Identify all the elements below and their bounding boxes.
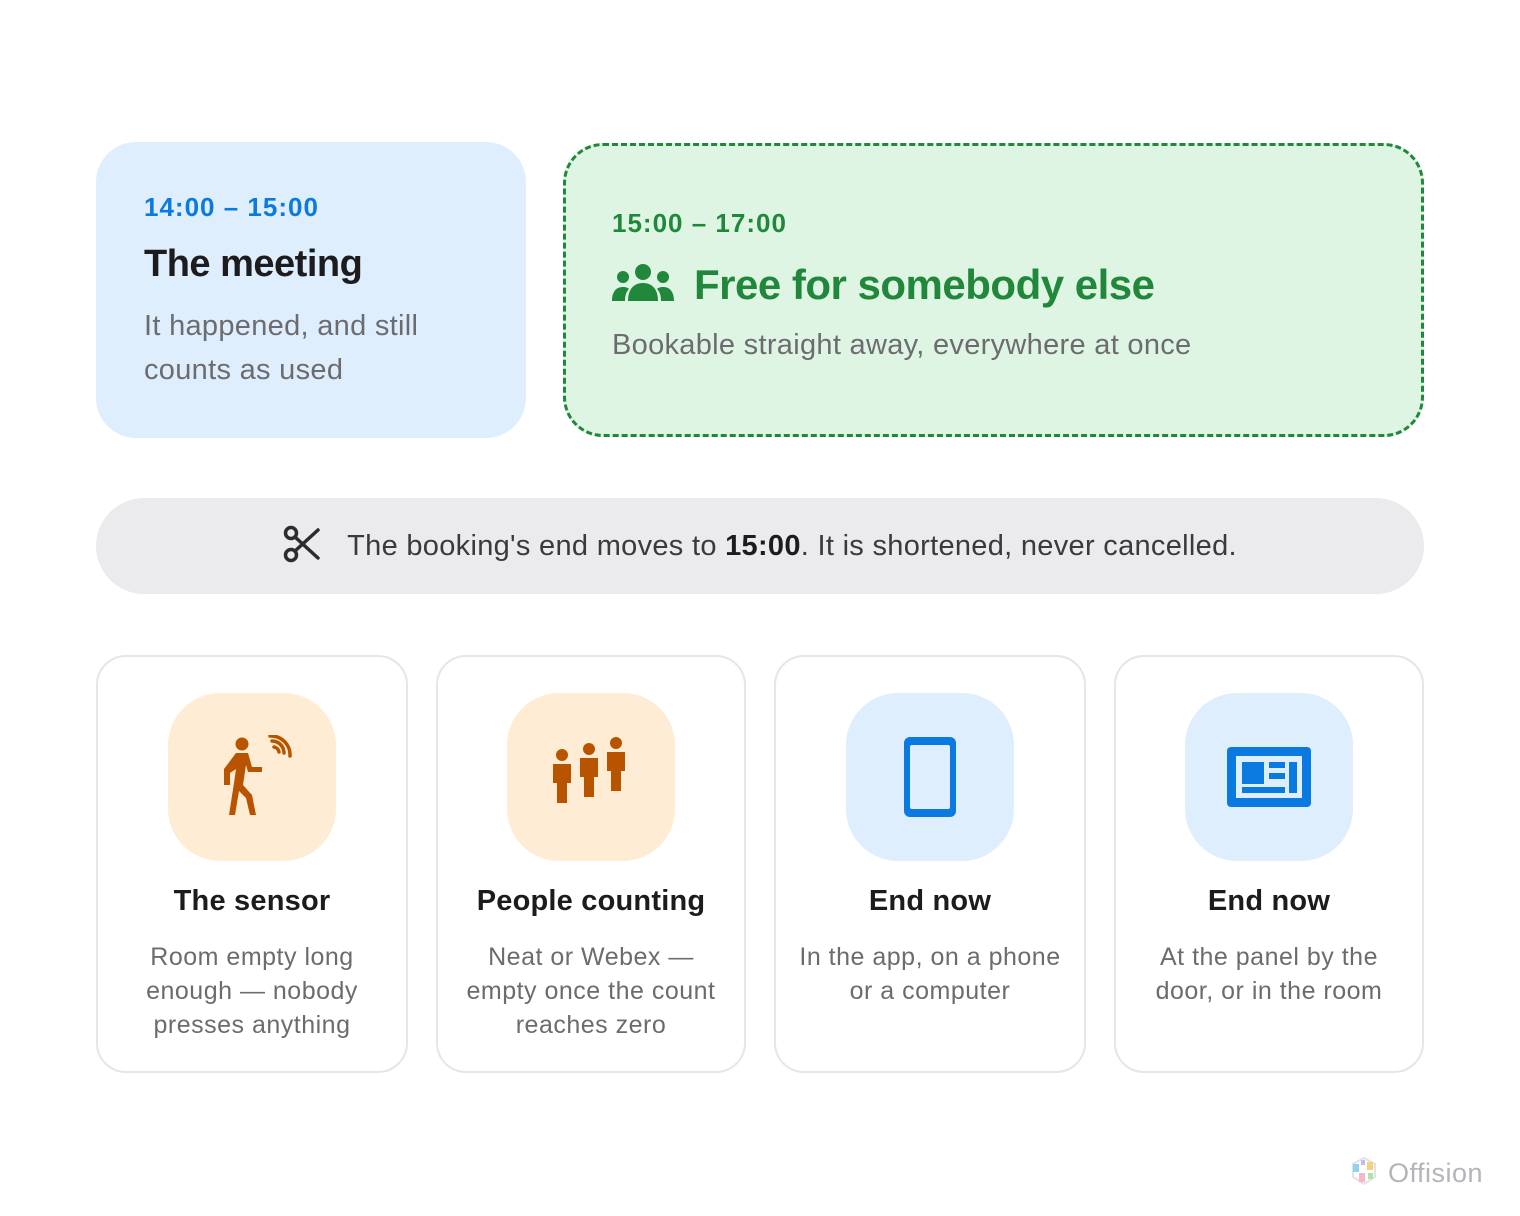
- meeting-time-block: 14:00 – 15:00 The meeting It happened, a…: [96, 142, 526, 438]
- trigger-description-line: door, or in the room: [1155, 977, 1383, 1005]
- trigger-description: In the app, on a phone or a computer: [776, 940, 1084, 1008]
- people-group-icon: [612, 263, 674, 308]
- trigger-description: Neat or Webex — empty once the count rea…: [438, 940, 744, 1042]
- trigger-title: People counting: [476, 885, 706, 917]
- trigger-card-end-now-panel: End now At the panel by the door, or in …: [1114, 655, 1424, 1073]
- trigger-description-line: Neat or Webex —: [488, 943, 694, 971]
- trigger-description-line: reaches zero: [515, 1011, 667, 1039]
- trigger-card-people-counting: People counting Neat or Webex — empty on…: [436, 655, 746, 1073]
- banner-text-after: . It is shortened, never cancelled.: [800, 529, 1237, 562]
- meeting-title: The meeting: [144, 243, 363, 285]
- freed-description: Bookable straight away, everywhere at on…: [612, 329, 1192, 361]
- meeting-description-line-2: counts as used: [144, 354, 344, 386]
- shortening-banner: The booking's end moves to 15:00. It is …: [96, 498, 1424, 594]
- meeting-description: It happened, and still counts as used: [144, 304, 478, 392]
- trigger-title: End now: [1207, 885, 1331, 917]
- freed-title-row: Free for somebody else: [612, 261, 1421, 309]
- banner-text-before: The booking's end moves to: [347, 529, 726, 562]
- freed-time: 15:00 – 17:00: [612, 208, 787, 238]
- trigger-description: At the panel by the door, or in the room: [1116, 940, 1422, 1008]
- offision-logo-icon: [1350, 1156, 1378, 1191]
- phone-icon: [846, 693, 1014, 861]
- meeting-description-line-1: It happened, and still: [144, 310, 419, 342]
- trigger-description-line: Room empty long: [150, 943, 354, 971]
- people-counting-icon: [507, 693, 675, 861]
- person-walking-sensor-icon: [168, 693, 336, 861]
- trigger-description-line: or a computer: [849, 977, 1011, 1005]
- banner-time: 15:00: [725, 529, 801, 562]
- brand-mark: Offision: [1350, 1156, 1483, 1190]
- trigger-description-line: At the panel by the: [1160, 943, 1378, 971]
- trigger-card-end-now-app: End now In the app, on a phone or a comp…: [774, 655, 1086, 1073]
- trigger-description-line: presses anything: [153, 1011, 351, 1039]
- door-panel-icon: [1185, 693, 1353, 861]
- banner-text: The booking's end moves to 15:00. It is …: [347, 530, 1237, 563]
- trigger-description-line: empty once the count: [466, 977, 716, 1005]
- brand-name: Offision: [1388, 1157, 1484, 1188]
- freed-title: Free for somebody else: [694, 261, 1155, 308]
- meeting-time: 14:00 – 15:00: [144, 192, 319, 222]
- trigger-description: Room empty long enough — nobody presses …: [98, 940, 406, 1042]
- trigger-title: End now: [868, 885, 992, 917]
- freed-time-block: 15:00 – 17:00 Free for somebody else Boo…: [563, 143, 1424, 437]
- trigger-title: The sensor: [173, 885, 331, 917]
- trigger-description-line: In the app, on a phone: [799, 943, 1061, 971]
- trigger-description-line: enough — nobody: [146, 977, 358, 1005]
- trigger-card-sensor: The sensor Room empty long enough — nobo…: [96, 655, 408, 1073]
- scissors-icon: [283, 525, 321, 568]
